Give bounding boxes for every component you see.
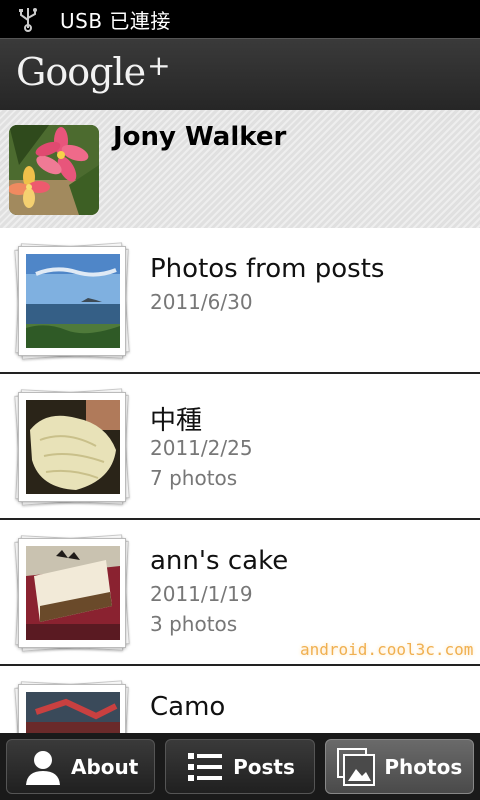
status-bar: USB 已連接 bbox=[0, 0, 480, 38]
album-thumbnail bbox=[12, 678, 132, 733]
profile-name: Jony Walker bbox=[113, 122, 287, 152]
album-thumbnail bbox=[12, 386, 132, 510]
tab-posts[interactable]: Posts bbox=[165, 739, 315, 794]
album-date: 2011/6/30 bbox=[150, 290, 253, 314]
album-photo-count: 3 photos bbox=[150, 612, 238, 636]
album-thumbnail bbox=[12, 532, 132, 656]
album-date: 2011/1/19 bbox=[150, 582, 253, 606]
album-title: 中種 bbox=[150, 406, 203, 436]
avatar[interactable] bbox=[9, 125, 99, 215]
photos-icon bbox=[337, 747, 376, 786]
bread-thumbnail bbox=[26, 400, 120, 494]
album-thumbnail bbox=[12, 240, 132, 364]
list-icon bbox=[188, 752, 223, 781]
status-text: USB 已連接 bbox=[60, 8, 171, 33]
logo-plus: + bbox=[147, 49, 170, 82]
camo-thumbnail bbox=[26, 692, 120, 733]
tab-posts-label: Posts bbox=[233, 754, 295, 779]
album-title: Camo bbox=[150, 692, 226, 722]
album-photo-count: 7 photos bbox=[150, 466, 238, 490]
tab-about-label: About bbox=[70, 754, 139, 779]
tab-about[interactable]: About bbox=[6, 739, 156, 794]
tab-bar: About Posts Photos bbox=[0, 733, 480, 800]
tab-photos-label: Photos bbox=[384, 754, 463, 779]
cake-thumbnail bbox=[26, 546, 120, 640]
flower-avatar-image bbox=[9, 125, 99, 215]
watermark: android.cool3c.com bbox=[300, 640, 474, 659]
logo-text: Google bbox=[16, 50, 146, 94]
album-item[interactable]: Camo bbox=[0, 666, 480, 733]
album-item[interactable]: 中種 2011/2/25 7 photos bbox=[0, 374, 480, 520]
app-header: Google+ bbox=[0, 38, 480, 110]
seascape-thumbnail bbox=[26, 254, 120, 348]
usb-icon bbox=[19, 8, 37, 32]
album-title: ann's cake bbox=[150, 546, 289, 576]
person-icon bbox=[25, 750, 60, 785]
album-date: 2011/2/25 bbox=[150, 436, 253, 460]
google-plus-logo: Google+ bbox=[16, 49, 171, 94]
album-item[interactable]: Photos from posts 2011/6/30 bbox=[0, 228, 480, 374]
profile-header: Jony Walker bbox=[0, 110, 480, 228]
tab-photos[interactable]: Photos bbox=[324, 739, 474, 794]
album-title: Photos from posts bbox=[150, 254, 385, 284]
